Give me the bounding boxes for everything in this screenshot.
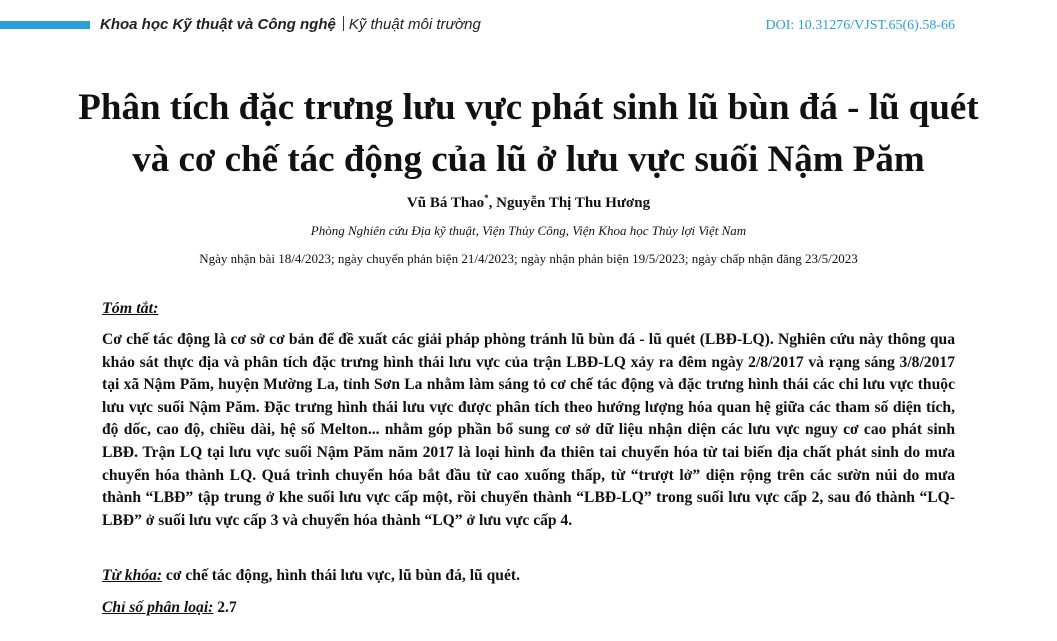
author-1: Vũ Bá Thao <box>406 195 485 211</box>
title-line-1: Phân tích đặc trưng lưu vực phát sinh lũ… <box>78 87 979 128</box>
affiliation: Phòng Nghiên cứu Địa kỹ thuật, Viện Thủy… <box>310 223 747 238</box>
author-2: , Nguyễn Thị Thu Hương <box>488 195 651 211</box>
abstract-body: Cơ chế tác động là cơ sở cơ bản để đề xu… <box>102 331 955 529</box>
journal-section: Khoa học Kỹ thuật và Công nghệ <box>100 16 336 33</box>
journal-subsection: Kỹ thuật môi trường <box>348 16 481 33</box>
classification: Chỉ số phân loại: 2.7 <box>102 599 237 617</box>
classification-value: 2.7 <box>213 599 237 616</box>
classification-label: Chỉ số phân loại: <box>102 599 214 616</box>
keywords-value: cơ chế tác động, hình thái lưu vực, lũ b… <box>162 567 520 584</box>
author-list: Vũ Bá Thao*, Nguyễn Thị Thu Hương <box>0 193 1057 212</box>
keywords: Từ khóa: cơ chế tác động, hình thái lưu … <box>102 567 520 585</box>
abstract-heading: Tóm tắt: <box>102 300 159 317</box>
doi-link[interactable]: DOI: 10.31276/VJST.65(6).58-66 <box>765 18 955 34</box>
article-title: Phân tích đặc trưng lưu vực phát sinh lũ… <box>0 82 1057 186</box>
header-accent-bar <box>0 21 90 29</box>
submission-dates: Ngày nhận bài 18/4/2023; ngày chuyển phả… <box>199 251 858 266</box>
header-divider <box>342 16 344 31</box>
title-line-2: và cơ chế tác động của lũ ở lưu vực suối… <box>132 139 925 180</box>
keywords-label: Từ khóa: <box>102 567 163 584</box>
journal-header: Khoa học Kỹ thuật và Công nghệ Kỹ thuật m… <box>100 16 481 33</box>
